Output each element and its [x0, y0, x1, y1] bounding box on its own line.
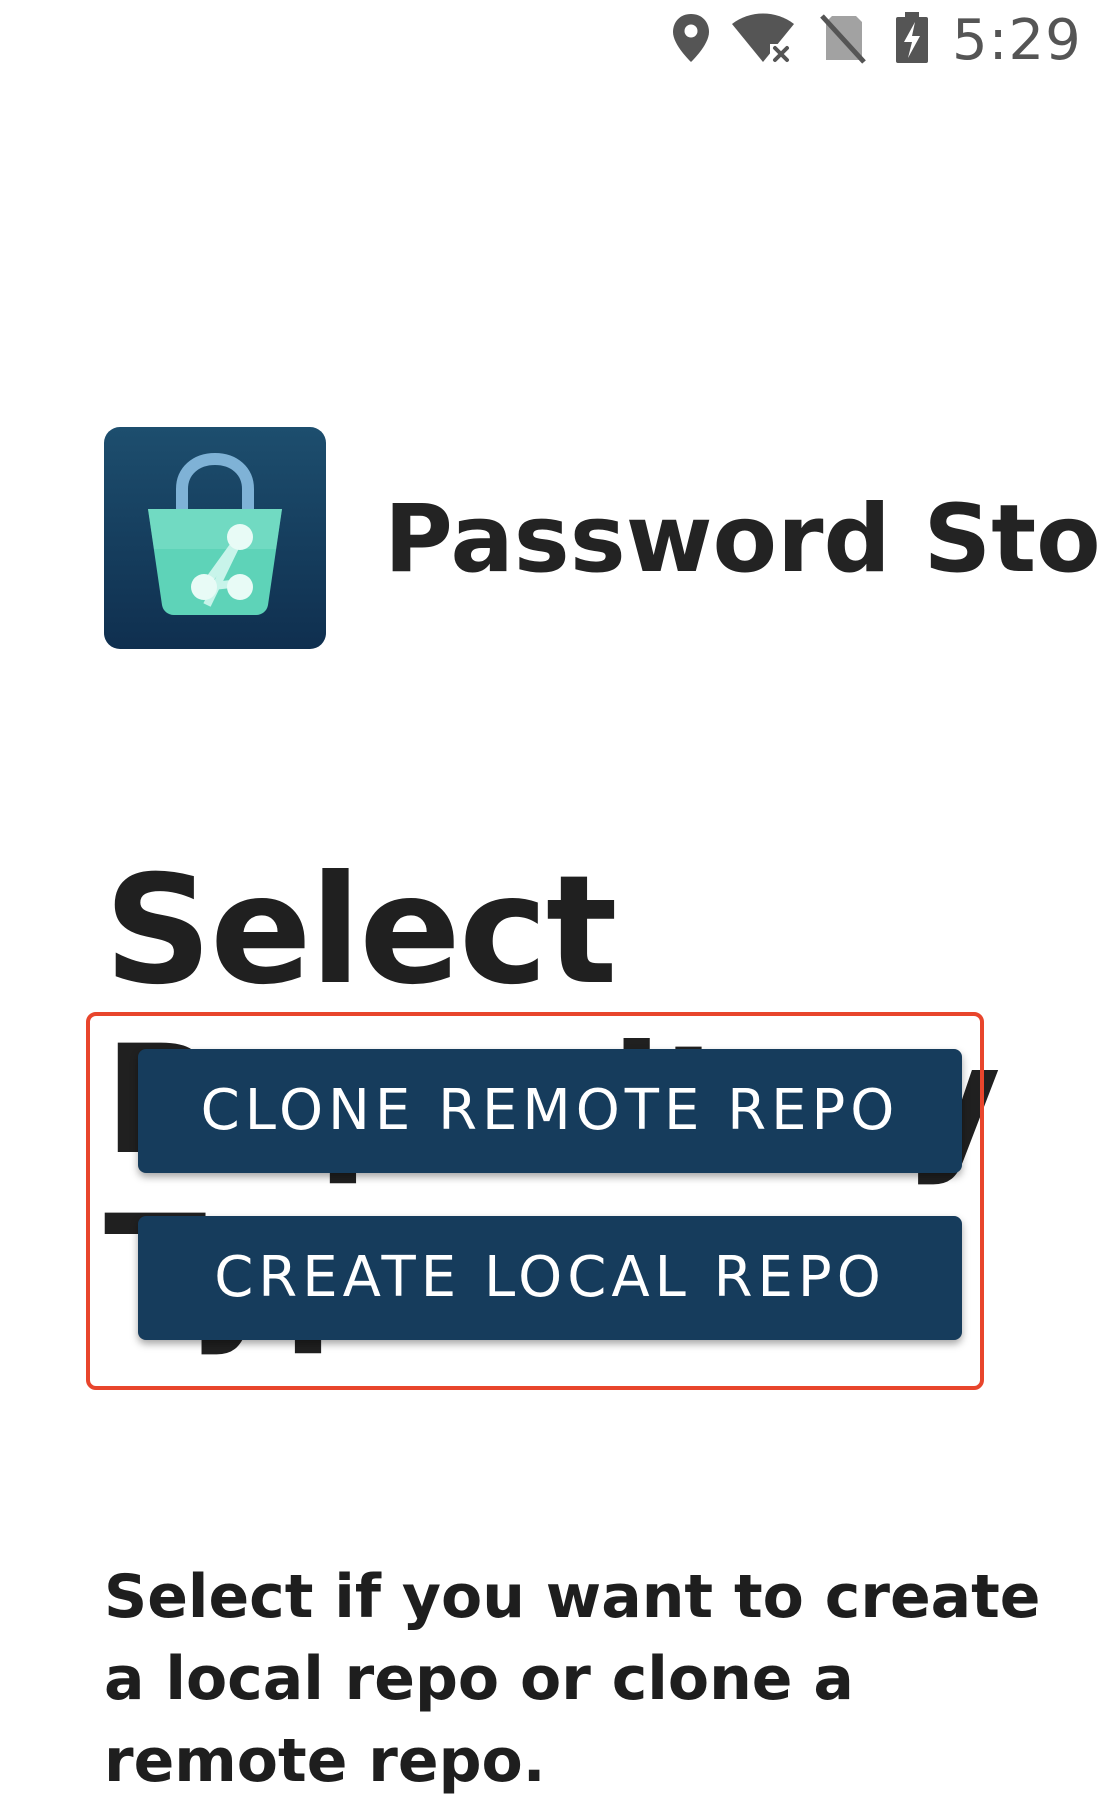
status-bar: 5:29	[0, 0, 1104, 84]
status-time: 5:29	[952, 8, 1082, 73]
page-description: Select if you want to create a local rep…	[104, 1562, 1041, 1796]
battery-charging-icon	[892, 12, 932, 64]
clone-remote-repo-button[interactable]: CLONE REMOTE REPO	[138, 1049, 962, 1173]
create-local-repo-button[interactable]: CREATE LOCAL REPO	[138, 1216, 962, 1340]
app-title: Password Store	[384, 485, 1104, 594]
no-sim-icon	[818, 12, 868, 64]
wifi-off-icon	[730, 12, 796, 64]
location-icon	[670, 12, 712, 64]
password-store-logo-icon	[104, 427, 326, 649]
